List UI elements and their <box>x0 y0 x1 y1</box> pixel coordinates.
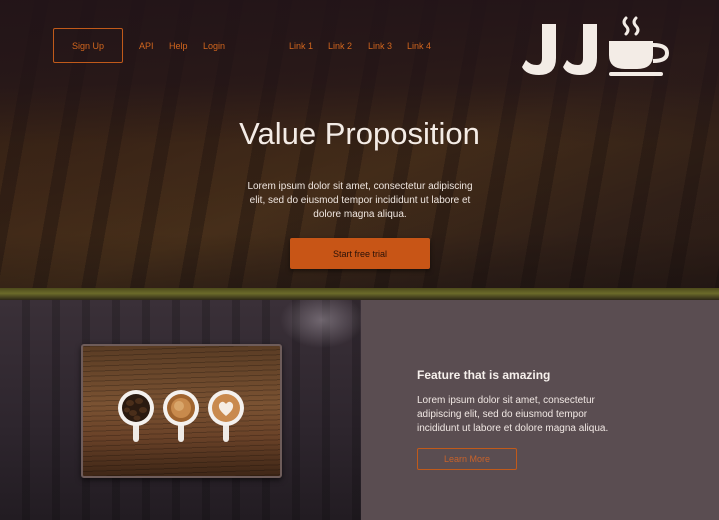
coffee-beans-cup-icon <box>118 390 154 442</box>
nav-link-api[interactable]: API <box>139 41 154 51</box>
nav-link-help[interactable]: Help <box>169 41 188 51</box>
start-free-trial-button[interactable]: Start free trial <box>290 238 430 269</box>
nav-link-1[interactable]: Link 1 <box>289 41 313 51</box>
sign-up-button[interactable]: Sign Up <box>53 28 123 63</box>
nav-link-2[interactable]: Link 2 <box>328 41 352 51</box>
hero-section: Sign Up API Help Login Link 1 Link 2 Lin… <box>0 0 719 300</box>
hero-title: Value Proposition <box>239 116 480 151</box>
coffee-cups-photo <box>81 344 282 478</box>
learn-more-button[interactable]: Learn More <box>417 448 517 470</box>
jj-coffee-logo <box>522 16 670 76</box>
feature-title: Feature that is amazing <box>417 368 551 382</box>
nav-link-3[interactable]: Link 3 <box>368 41 392 51</box>
hero-description: Lorem ipsum dolor sit amet, consectetur … <box>247 181 473 220</box>
nav-link-4[interactable]: Link 4 <box>407 41 431 51</box>
feature-description: Lorem ipsum dolor sit amet, consectetur … <box>417 395 609 434</box>
latte-cup-icon <box>208 390 244 442</box>
coffee-cup-icon <box>609 41 670 76</box>
steam-icon <box>622 16 640 36</box>
brand-logo[interactable] <box>520 14 670 78</box>
nav-link-login[interactable]: Login <box>203 41 225 51</box>
espresso-cup-icon <box>163 390 199 442</box>
